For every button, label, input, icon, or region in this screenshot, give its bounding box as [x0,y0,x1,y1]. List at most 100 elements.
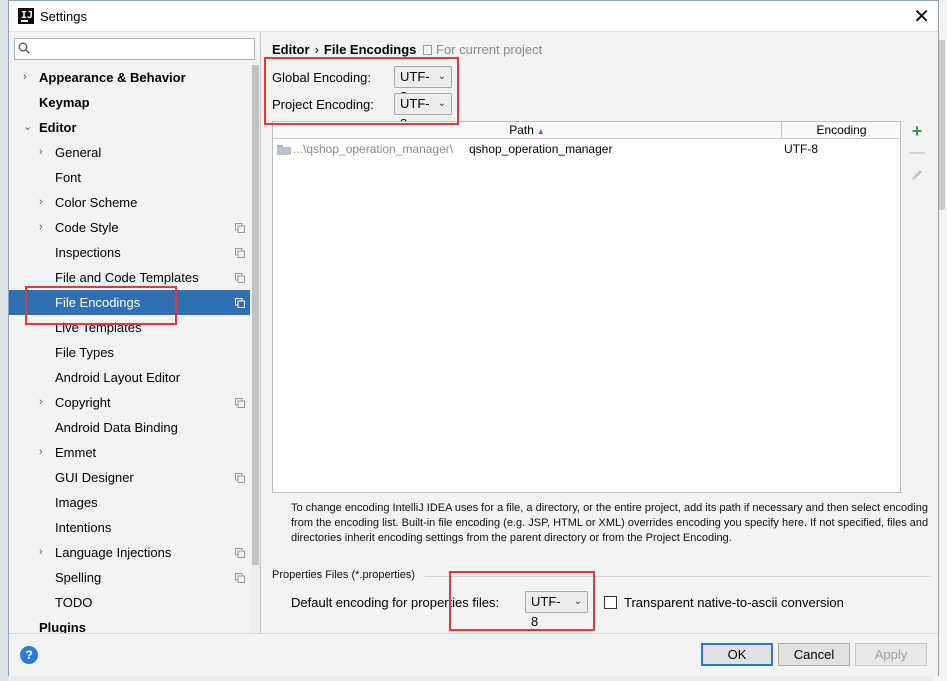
remove-icon[interactable]: — [909,145,925,161]
intellij-app-icon: IJ [18,8,34,24]
scope-label: For current project [436,42,543,57]
path-prefix: ...\qshop_operation_manager\ [293,142,454,156]
project-scope-copy-icon [235,223,245,233]
global-encoding-label: Global Encoding: [272,70,372,85]
project-scope-icon [423,45,432,55]
settings-sidebar: › Appearance & Behavior Keymap ⌄ Editor › Gene… [9,32,261,633]
sidebar-item-label: General [55,145,102,160]
module-folder-icon [277,145,291,155]
desktop-background-left [0,0,8,681]
project-encoding-select[interactable]: UTF-8 ⌄ [394,93,452,131]
transparent-conversion-label[interactable]: Transparent native-to-ascii conversion [624,595,844,610]
chevron-right-icon[interactable]: › [39,190,49,215]
breadcrumb: Editor › File Encodings [272,42,416,57]
sidebar-item-code-style[interactable]: › Code Style [9,215,250,240]
search-input[interactable] [14,38,255,60]
column-header-path[interactable]: Path ▲ [273,122,782,139]
breadcrumb-separator: › [314,42,319,57]
sidebar-item-label: Live Templates [55,320,142,335]
global-encoding-select[interactable]: UTF-8 ⌄ [394,66,452,104]
sidebar-item-label: File Types [55,345,115,360]
cancel-button[interactable]: Cancel [778,643,850,666]
project-scope-copy-icon [235,548,245,558]
table-row[interactable]: ...\qshop_operation_manager\ qshop_opera… [273,140,900,158]
ok-button[interactable]: OK [701,643,773,666]
background-scrollbar [939,40,945,210]
row-encoding[interactable]: UTF-8 [784,140,818,158]
sidebar-item-copyright[interactable]: › Copyright [9,390,250,415]
sidebar-item-general[interactable]: › General [9,140,250,165]
close-icon[interactable]: ✕ [913,4,930,28]
sidebar-item-live-templates[interactable]: Live Templates [9,315,250,340]
sidebar-item-file-types[interactable]: File Types [9,340,250,365]
sidebar-item-label: Color Scheme [55,195,138,210]
project-scope-copy-icon [235,298,245,308]
chevron-down-icon: ⌄ [437,98,446,109]
title-bar: IJ Settings ✕ [9,1,938,32]
sidebar-item-spelling[interactable]: Spelling [9,565,250,590]
apply-button[interactable]: Apply [855,643,927,666]
sidebar-item-label: Inspections [55,245,121,260]
sidebar-item-appearance-behavior[interactable]: › Appearance & Behavior [9,65,250,90]
breadcrumb-current: File Encodings [323,42,417,57]
sidebar-item-label: TODO [55,595,93,610]
properties-section-title: Properties Files (*.properties) [272,569,416,581]
sidebar-item-todo[interactable]: TODO [9,590,250,615]
encoding-help-text: To change encoding IntelliJ IDEA uses fo… [291,502,929,544]
sidebar-item-label: Plugins [39,620,86,633]
sidebar-item-label: Emmet [55,445,97,460]
sidebar-item-keymap[interactable]: Keymap [9,90,250,115]
sidebar-item-plugins[interactable]: Plugins [9,615,250,633]
sidebar-item-label: Font [55,170,82,185]
sidebar-scrollbar[interactable] [251,65,260,633]
sidebar-item-label: Android Data Binding [55,420,178,435]
sidebar-item-label: Appearance & Behavior [39,70,186,85]
sidebar-item-android-layout-editor[interactable]: Android Layout Editor [9,365,250,390]
path-name: qshop_operation_manager [469,142,613,156]
edit-pencil-icon[interactable] [909,167,925,183]
search-icon [18,42,30,54]
sidebar-item-images[interactable]: Images [9,490,250,515]
sidebar-item-gui-designer[interactable]: GUI Designer [9,465,250,490]
column-header-label: Path [509,123,534,137]
chevron-right-icon[interactable]: › [39,540,49,565]
properties-encoding-select[interactable]: UTF-8 ⌄ [525,591,588,629]
transparent-conversion-checkbox[interactable] [604,596,617,609]
settings-dialog: IJ Settings ✕ › Appearance & Behavior Keym… [8,0,939,676]
sidebar-item-label: Code Style [55,220,119,235]
project-scope-copy-icon [235,473,245,483]
sidebar-item-android-data-binding[interactable]: Android Data Binding [9,415,250,440]
sidebar-item-color-scheme[interactable]: › Color Scheme [9,190,250,215]
sidebar-item-emmet[interactable]: › Emmet [9,440,250,465]
chevron-down-icon[interactable]: ⌄ [23,115,33,140]
sidebar-item-label: Copyright [55,395,111,410]
sidebar-scrollbar-thumb[interactable] [252,65,259,565]
settings-tree: › Appearance & Behavior Keymap ⌄ Editor › Gene… [9,65,250,633]
column-header-encoding[interactable]: Encoding [782,122,901,139]
sidebar-item-file-encodings[interactable]: File Encodings [9,290,250,315]
sidebar-item-inspections[interactable]: Inspections [9,240,250,265]
sidebar-item-label: Keymap [39,95,90,110]
add-icon[interactable]: + [909,122,925,140]
sidebar-item-label: File Encodings [55,295,141,310]
sidebar-item-font[interactable]: Font [9,165,250,190]
chevron-right-icon[interactable]: › [39,215,49,240]
project-scope-copy-icon [235,398,245,408]
sidebar-item-language-injections[interactable]: › Language Injections [9,540,250,565]
help-icon[interactable]: ? [20,646,38,664]
chevron-right-icon[interactable]: › [39,140,49,165]
chevron-right-icon[interactable]: › [39,440,49,465]
breadcrumb-parent: Editor [272,42,310,57]
sidebar-item-label: Images [55,495,98,510]
project-scope-copy-icon [235,273,245,283]
window-title: Settings [40,9,87,24]
project-encoding-label: Project Encoding: [272,97,374,112]
sidebar-item-file-and-code-templates[interactable]: File and Code Templates [9,265,250,290]
sidebar-item-intentions[interactable]: Intentions [9,515,250,540]
properties-encoding-value: UTF-8 [531,594,561,629]
chevron-right-icon[interactable]: › [39,390,49,415]
chevron-right-icon[interactable]: › [23,65,33,90]
chevron-down-icon: ⌄ [573,596,582,607]
scope-hint: For current project [423,42,542,57]
sidebar-item-editor[interactable]: ⌄ Editor [9,115,250,140]
